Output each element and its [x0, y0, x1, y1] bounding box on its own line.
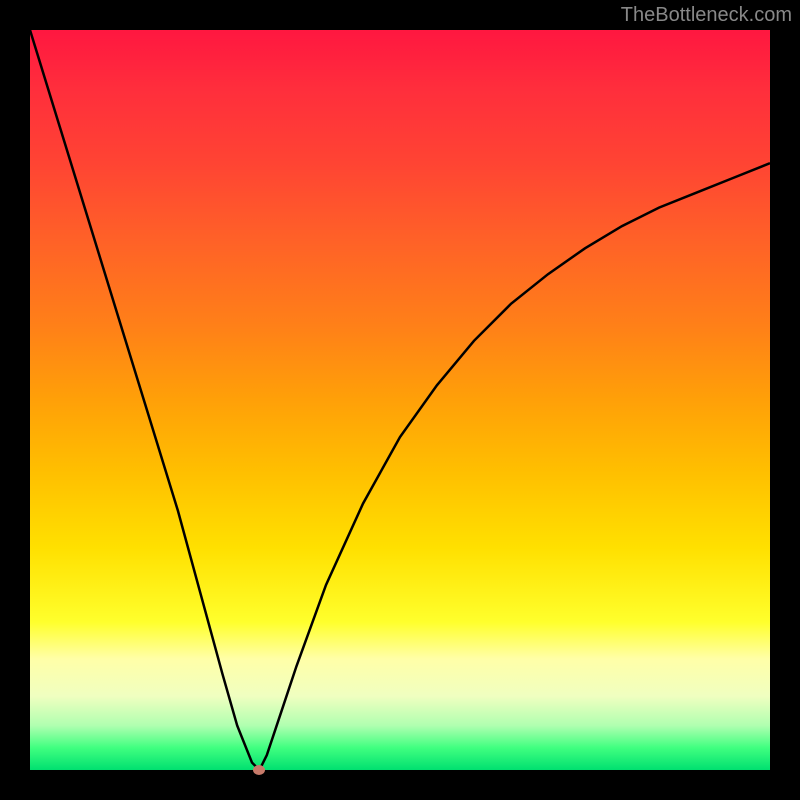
- optimal-point-marker: [253, 765, 265, 775]
- chart-area: [30, 30, 770, 770]
- watermark-text: TheBottleneck.com: [621, 4, 792, 27]
- bottleneck-curve: [30, 30, 770, 770]
